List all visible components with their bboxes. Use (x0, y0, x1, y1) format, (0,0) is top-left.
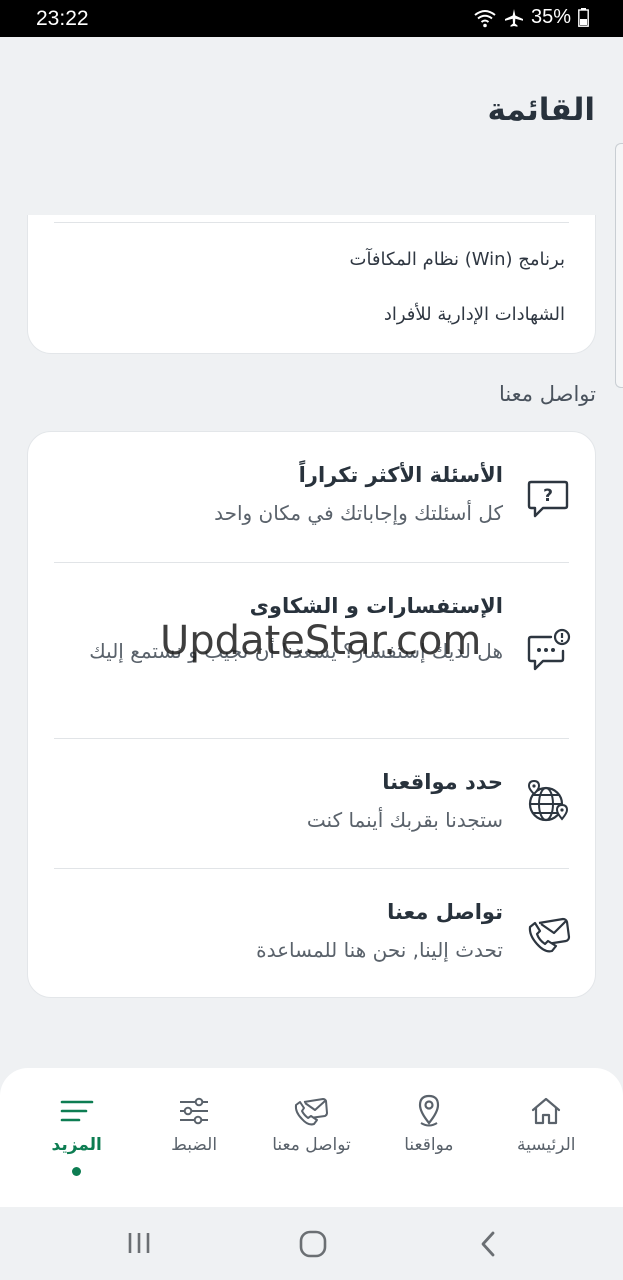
nav-item-home[interactable]: الرئيسية (491, 1068, 601, 1207)
svg-text:?: ? (543, 486, 553, 506)
location-pin-icon (418, 1094, 439, 1127)
menu-card: برنامج (Win) نظام المكافآت الشهادات الإد… (27, 215, 596, 354)
nav-item-contact[interactable]: تواصل معنا (256, 1068, 366, 1207)
faq-chat-icon: ? (527, 480, 569, 518)
watermark: UpdateStar.com (160, 618, 482, 664)
bottom-nav: الرئيسية مواقعنا تواصل معنا الضبط المزيد (0, 1068, 623, 1207)
battery-percent: 35% (530, 6, 571, 28)
nav-label-home: الرئيسية (516, 1135, 576, 1155)
active-indicator (72, 1167, 82, 1176)
section-label-contact: تواصل معنا (498, 382, 596, 406)
home-icon (532, 1097, 561, 1125)
nav-label-contact: تواصل معنا (272, 1135, 351, 1155)
contact-us-subtitle: تحدث إلينا, نحن هنا للمساعدة (256, 938, 503, 962)
system-nav-bar (0, 1207, 623, 1280)
battery-icon (578, 8, 589, 27)
nav-item-settings[interactable]: الضبط (139, 1068, 249, 1207)
locate-us-title: حدد مواقعنا (382, 770, 503, 794)
menu-item-admin-certificates[interactable]: الشهادات الإدارية للأفراد (384, 304, 565, 325)
inquiries-title: الإستفسارات و الشكاوى (249, 594, 503, 618)
wifi-icon (474, 9, 496, 27)
phone-mail-icon (528, 917, 571, 953)
airplane-icon (504, 8, 523, 27)
edge-panel-handle[interactable] (615, 143, 623, 388)
nav-label-more: المزيد (51, 1135, 102, 1155)
nav-label-locations: مواقعنا (404, 1135, 454, 1155)
globe-location-icon (527, 779, 569, 822)
nav-label-settings: الضبط (171, 1135, 218, 1155)
phone-mail-icon (295, 1098, 329, 1126)
locate-us-row[interactable]: حدد مواقعنا ستجدنا بقربك أينما كنت (28, 739, 595, 868)
contact-us-title: تواصل معنا (387, 900, 503, 924)
contact-card: ? الأسئلة الأكثر تكراراً كل أسئلتك وإجاب… (27, 431, 596, 998)
faq-subtitle: كل أسئلتك وإجاباتك في مكان واحد (214, 501, 503, 525)
status-bar: 23:22 35% (0, 0, 623, 37)
nav-item-locations[interactable]: مواقعنا (374, 1068, 484, 1207)
menu-item-rewards-program[interactable]: برنامج (Win) نظام المكافآت (350, 249, 566, 270)
menu-icon (60, 1100, 93, 1122)
faq-row[interactable]: ? الأسئلة الأكثر تكراراً كل أسئلتك وإجاب… (28, 432, 595, 562)
nav-item-more[interactable]: المزيد (22, 1068, 132, 1207)
complaint-chat-icon (527, 628, 571, 671)
status-time: 23:22 (36, 7, 89, 30)
faq-title: الأسئلة الأكثر تكراراً (298, 463, 503, 487)
locate-us-subtitle: ستجدنا بقربك أينما كنت (306, 808, 503, 832)
page-title: القائمة (487, 92, 595, 128)
sliders-icon (180, 1097, 209, 1125)
divider (54, 222, 569, 223)
contact-us-row[interactable]: تواصل معنا تحدث إلينا, نحن هنا للمساعدة (28, 869, 595, 999)
back-icon[interactable] (476, 1229, 502, 1259)
home-button-icon[interactable] (298, 1229, 328, 1259)
recent-apps-icon[interactable] (126, 1229, 152, 1257)
